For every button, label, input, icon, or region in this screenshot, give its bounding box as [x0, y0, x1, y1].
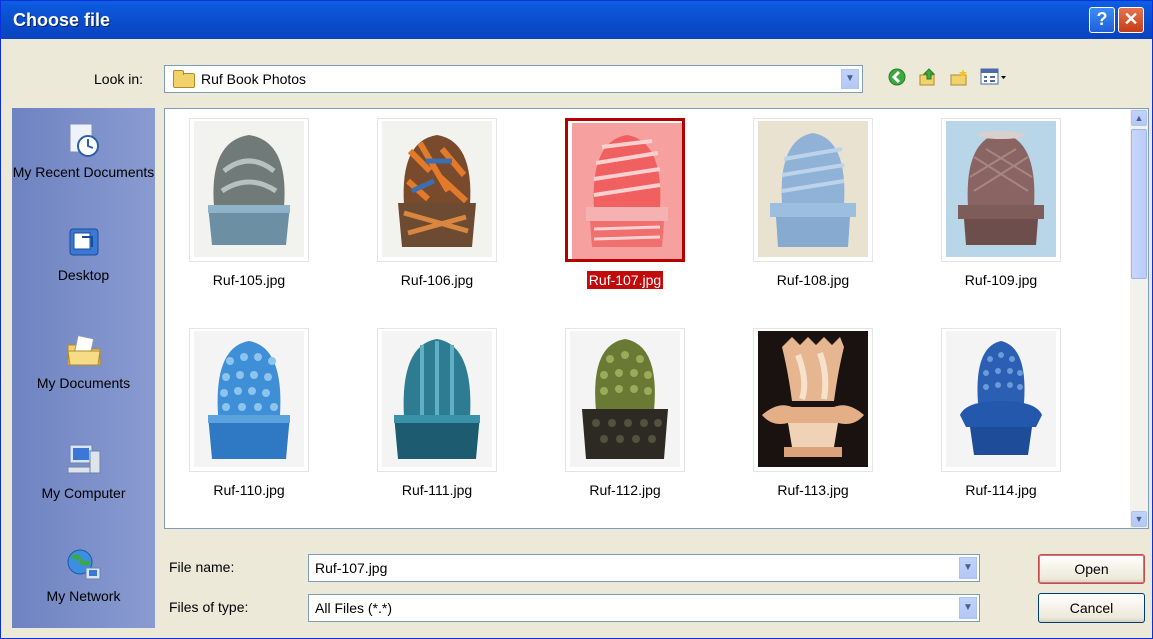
place-my-documents[interactable]: My Documents: [12, 331, 155, 392]
file-item-ruf-111[interactable]: Ruf-111.jpg: [353, 319, 523, 509]
file-name: Ruf-114.jpg: [965, 482, 1037, 498]
help-button[interactable]: ?: [1089, 7, 1115, 33]
file-item-ruf-107[interactable]: Ruf-107.jpg: [541, 109, 711, 299]
look-in-dropdown[interactable]: Ruf Book Photos ▼: [164, 65, 863, 93]
scroll-up-arrow-icon[interactable]: ▲: [1131, 110, 1147, 126]
thumbnail-frame: [377, 118, 497, 262]
up-folder-icon[interactable]: [918, 67, 938, 87]
chevron-down-icon[interactable]: ▼: [841, 69, 859, 89]
glass-lamp-thumbnail: [382, 331, 492, 467]
scroll-thumb[interactable]: [1131, 129, 1147, 279]
file-name: Ruf-111.jpg: [401, 482, 473, 498]
close-button[interactable]: ✕: [1118, 7, 1144, 33]
file-type-value: All Files (*.*): [315, 600, 393, 616]
thumbnail-frame: [189, 328, 309, 472]
place-desktop[interactable]: Desktop: [12, 223, 155, 284]
new-folder-icon[interactable]: [949, 67, 969, 87]
file-type-select[interactable]: All Files (*.*) ▼: [308, 594, 980, 622]
thumbnail-frame: [941, 328, 1061, 472]
choose-file-dialog: Choose file ? ✕ Look in: Ruf Book Photos…: [0, 0, 1153, 639]
place-recent-documents[interactable]: My Recent Documents: [12, 120, 155, 181]
glass-lamp-thumbnail: [758, 331, 868, 467]
look-in-label: Look in:: [94, 71, 144, 87]
open-button[interactable]: Open: [1038, 554, 1145, 584]
place-label: My Recent Documents: [12, 164, 155, 180]
glass-lamp-thumbnail: [570, 331, 680, 467]
recent-documents-icon: [69, 123, 99, 157]
dialog-title: Choose file: [13, 10, 111, 30]
place-label: Desktop: [57, 267, 110, 283]
file-name: Ruf-105.jpg: [212, 272, 286, 288]
file-item-ruf-113[interactable]: Ruf-113.jpg: [729, 319, 899, 509]
file-name-label: File name:: [169, 559, 235, 575]
file-name: Ruf-106.jpg: [400, 272, 474, 288]
file-name: Ruf-110.jpg: [213, 482, 285, 498]
place-my-computer[interactable]: My Computer: [12, 441, 155, 502]
my-network-icon: [67, 549, 100, 580]
places-bar: My Recent Documents Desktop My Documents: [12, 108, 155, 628]
file-item-ruf-106[interactable]: Ruf-106.jpg: [353, 109, 523, 299]
file-item-ruf-109[interactable]: Ruf-109.jpg: [917, 109, 1087, 299]
file-item-ruf-105[interactable]: Ruf-105.jpg: [165, 109, 335, 299]
file-name: Ruf-109.jpg: [964, 272, 1038, 288]
my-documents-icon: [66, 334, 101, 366]
thumbnail-frame: [753, 118, 873, 262]
folder-icon: [173, 70, 195, 88]
cancel-button[interactable]: Cancel: [1038, 593, 1145, 623]
glass-lamp-thumbnail: [194, 331, 304, 467]
my-computer-icon: [67, 444, 100, 474]
glass-lamp-thumbnail: [758, 121, 868, 257]
file-name: Ruf-108.jpg: [776, 272, 850, 288]
thumbnail-frame: [189, 118, 309, 262]
glass-lamp-thumbnail: [946, 121, 1056, 257]
glass-lamp-thumbnail: [572, 123, 682, 259]
vertical-scrollbar[interactable]: ▲ ▼: [1130, 109, 1148, 528]
file-name: Ruf-112.jpg: [589, 482, 661, 498]
file-name-value: Ruf-107.jpg: [315, 560, 388, 576]
place-label: My Documents: [36, 375, 131, 391]
place-my-network[interactable]: My Network: [12, 544, 155, 605]
file-type-label: Files of type:: [169, 599, 249, 615]
file-item-ruf-112[interactable]: Ruf-112.jpg: [541, 319, 711, 509]
file-item-ruf-114[interactable]: Ruf-114.jpg: [917, 319, 1087, 509]
place-label: My Computer: [41, 485, 126, 501]
file-name: Ruf-113.jpg: [777, 482, 849, 498]
look-in-value: Ruf Book Photos: [201, 71, 307, 87]
thumbnail-frame: [565, 328, 685, 472]
scroll-down-arrow-icon[interactable]: ▼: [1131, 511, 1147, 527]
thumbnail-frame: [377, 328, 497, 472]
file-item-ruf-110[interactable]: Ruf-110.jpg: [165, 319, 335, 509]
desktop-icon: [69, 228, 98, 256]
chevron-down-icon[interactable]: ▼: [959, 557, 977, 579]
thumbnail-frame: [753, 328, 873, 472]
thumbnail-frame: [941, 118, 1061, 262]
glass-lamp-thumbnail: [946, 331, 1056, 467]
views-menu-icon[interactable]: [980, 67, 1008, 87]
title-bar: Choose file ? ✕: [1, 1, 1152, 39]
chevron-down-icon[interactable]: ▼: [959, 597, 977, 619]
back-icon[interactable]: [887, 67, 907, 87]
thumbnail-frame-selected: [565, 118, 685, 262]
place-label: My Network: [46, 588, 121, 604]
file-name: Ruf-107.jpg: [586, 271, 664, 289]
glass-lamp-thumbnail: [194, 121, 304, 257]
file-view: Ruf-105.jpg Ruf-106.jpg Ruf-107.jpg Ruf-…: [164, 108, 1149, 529]
file-name-field[interactable]: Ruf-107.jpg ▼: [308, 554, 980, 582]
file-item-ruf-108[interactable]: Ruf-108.jpg: [729, 109, 899, 299]
glass-lamp-thumbnail: [382, 121, 492, 257]
